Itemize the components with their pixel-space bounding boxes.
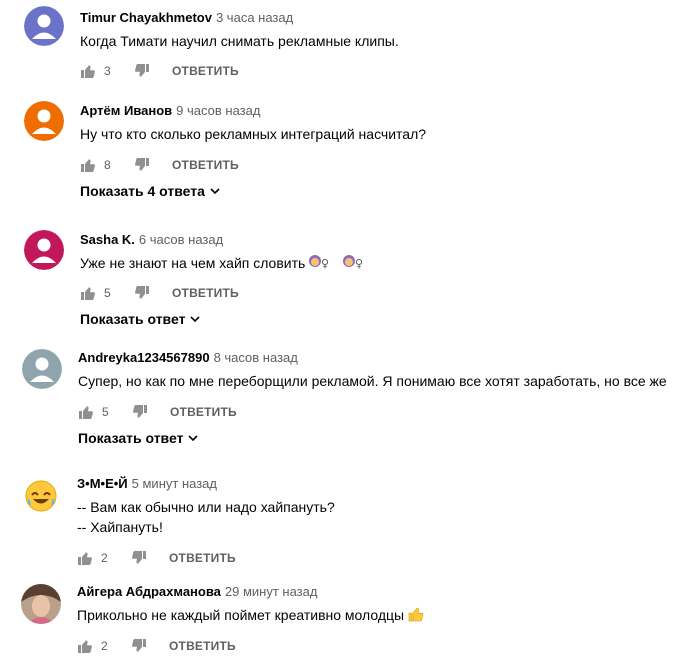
- comment-line: Прикольно не каждый поймет креативно мол…: [77, 607, 405, 623]
- svg-text:♀: ♀: [321, 257, 329, 270]
- like-count: 3: [104, 64, 111, 78]
- dislike-icon[interactable]: [134, 285, 150, 301]
- comment-actions: 2 ОТВЕТИТЬ: [77, 636, 236, 656]
- like-icon[interactable]: [80, 63, 96, 79]
- chevron-down-icon: [190, 316, 201, 323]
- avatar[interactable]: [24, 101, 64, 141]
- reply-button[interactable]: ОТВЕТИТЬ: [172, 64, 239, 78]
- comment-line: Супер, но как по мне переборщили рекламо…: [78, 373, 667, 389]
- avatar[interactable]: [24, 6, 64, 46]
- avatar[interactable]: [22, 349, 62, 389]
- comment-time[interactable]: 3 часа назад: [216, 10, 293, 25]
- comment-header: Артём Иванов 9 часов назад: [80, 103, 260, 119]
- comment-text: -- Вам как обычно или надо хайпануть?: [77, 497, 335, 517]
- comment-text: Когда Тимати научил снимать рекламные кл…: [80, 31, 399, 51]
- comment-text: -- Хайпануть!: [77, 517, 163, 537]
- comment-time[interactable]: 8 часов назад: [214, 350, 298, 365]
- dislike-icon[interactable]: [134, 157, 150, 173]
- comment-time[interactable]: 9 часов назад: [176, 103, 260, 118]
- comment-actions: 8 ОТВЕТИТЬ: [80, 155, 239, 175]
- show-replies-label: Показать 4 ответа: [80, 183, 205, 199]
- chevron-down-icon: [188, 435, 199, 442]
- author-name[interactable]: Timur Chayakhmetov: [80, 10, 212, 25]
- comment-text: Супер, но как по мне переборщили рекламо…: [78, 371, 667, 391]
- avatar[interactable]: [24, 230, 64, 270]
- chevron-down-icon: [210, 188, 220, 195]
- reply-button[interactable]: ОТВЕТИТЬ: [172, 286, 239, 300]
- comment-header: Sasha K. 6 часов назад: [80, 232, 223, 248]
- comment-header: Timur Chayakhmetov 3 часа назад: [80, 10, 293, 26]
- author-name[interactable]: Andreyka1234567890: [78, 350, 210, 365]
- author-name[interactable]: Sasha K.: [80, 232, 135, 247]
- dislike-icon[interactable]: [132, 404, 148, 420]
- comment-actions: 2 ОТВЕТИТЬ: [77, 548, 236, 568]
- comment-header: З•М•Е•Й 5 минут назад: [77, 476, 217, 492]
- show-replies-button[interactable]: Показать 4 ответа: [80, 183, 221, 199]
- woman-facepalming-emoji: ♀: [343, 255, 363, 270]
- avatar[interactable]: [21, 584, 61, 624]
- show-replies-button[interactable]: Показать ответ: [80, 311, 201, 327]
- like-icon[interactable]: [80, 285, 96, 301]
- like-count: 5: [102, 405, 109, 419]
- thumbs-up-emoji: [408, 607, 424, 622]
- like-count: 5: [104, 286, 111, 300]
- comment-time[interactable]: 29 минут назад: [225, 584, 318, 599]
- comment-line: -- Вам как обычно или надо хайпануть?: [77, 499, 335, 515]
- dislike-icon[interactable]: [131, 638, 147, 654]
- comment-header: Andreyka1234567890 8 часов назад: [78, 350, 298, 366]
- like-count: 8: [104, 158, 111, 172]
- comment-line: Ну что кто сколько рекламных интеграций …: [80, 126, 427, 142]
- svg-text:♀: ♀: [355, 257, 363, 270]
- reply-button[interactable]: ОТВЕТИТЬ: [172, 158, 239, 172]
- dislike-icon[interactable]: [131, 550, 147, 566]
- comment-text: Уже не знают на чем хайп словить ♀ ♀: [80, 253, 377, 273]
- show-replies-label: Показать ответ: [80, 311, 186, 327]
- like-icon[interactable]: [80, 157, 96, 173]
- comment-line: -- Хайпануть!: [77, 519, 163, 535]
- dislike-icon[interactable]: [134, 63, 150, 79]
- comment-text: Ну что кто сколько рекламных интеграций …: [80, 124, 426, 144]
- comment-actions: 3 ОТВЕТИТЬ: [80, 61, 239, 81]
- reply-button[interactable]: ОТВЕТИТЬ: [169, 551, 236, 565]
- show-replies-label: Показать ответ: [78, 430, 184, 446]
- author-name[interactable]: Айгера Абдрахманова: [77, 584, 221, 599]
- comment-header: Айгера Абдрахманова 29 минут назад: [77, 584, 317, 600]
- like-icon[interactable]: [78, 404, 94, 420]
- woman-facepalming-emoji: ♀: [309, 255, 329, 270]
- reply-button[interactable]: ОТВЕТИТЬ: [170, 405, 237, 419]
- avatar[interactable]: [21, 476, 61, 516]
- like-count: 2: [101, 551, 108, 565]
- author-name[interactable]: Артём Иванов: [80, 103, 172, 118]
- author-name[interactable]: З•М•Е•Й: [77, 476, 128, 491]
- comment-line: Когда Тимати научил снимать рекламные кл…: [80, 33, 399, 49]
- reply-button[interactable]: ОТВЕТИТЬ: [169, 639, 236, 653]
- show-replies-button[interactable]: Показать ответ: [78, 430, 199, 446]
- comment-actions: 5 ОТВЕТИТЬ: [80, 283, 239, 303]
- comment-line: Уже не знают на чем хайп словить: [80, 255, 306, 271]
- comment-actions: 5 ОТВЕТИТЬ: [78, 402, 237, 422]
- like-icon[interactable]: [77, 550, 93, 566]
- comment-time[interactable]: 6 часов назад: [139, 232, 223, 247]
- like-icon[interactable]: [77, 638, 93, 654]
- comment-time[interactable]: 5 минут назад: [132, 476, 217, 491]
- comment-text: Прикольно не каждый поймет креативно мол…: [77, 605, 424, 625]
- like-count: 2: [101, 639, 108, 653]
